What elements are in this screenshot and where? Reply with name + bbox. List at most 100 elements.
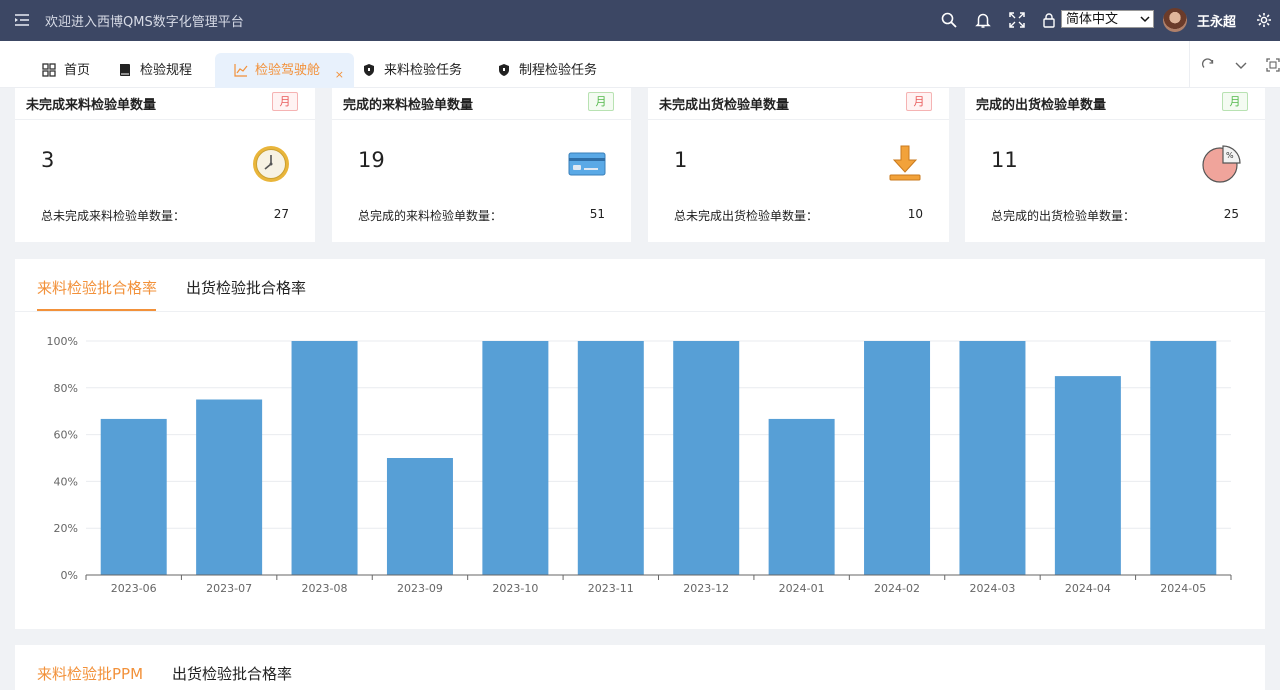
- chevron-down-icon[interactable]: [1234, 58, 1248, 72]
- expand-icon[interactable]: [1266, 58, 1280, 72]
- tab-label: 来料检验任务: [384, 63, 463, 78]
- pass-rate-panel: 来料检验批合格率 出货检验批合格率 0% 20% 40% 60% 80% 100% 2023…: [15, 259, 1265, 629]
- bell-icon[interactable]: [974, 11, 992, 29]
- search-icon[interactable]: [940, 11, 958, 29]
- kpi-card-completed-outgoing: 完成的出货检验单数量 月 11 % 总完成的出货检验单数量： 25: [965, 88, 1265, 242]
- y-tick-label: 100%: [47, 335, 78, 348]
- tabs-toolbar: [1189, 41, 1280, 88]
- x-tick-label: 2024-01: [779, 582, 825, 595]
- x-tick-label: 2023-08: [302, 582, 348, 595]
- tab-incoming-inspection-tasks[interactable]: 来料检验任务: [362, 53, 472, 88]
- bar[interactable]: [291, 341, 358, 575]
- bar[interactable]: [1054, 376, 1121, 575]
- tabs-bar: 首页 检验规程 检验驾驶舱 × 来料检验任务 制程检验任务: [0, 41, 1280, 88]
- kpi-card-incomplete-incoming: 未完成来料检验单数量 月 3 总未完成来料检验单数量： 27: [15, 88, 315, 242]
- x-tick-label: 2023-12: [683, 582, 729, 595]
- period-badge: 月: [1222, 92, 1248, 111]
- menu-fold-icon[interactable]: [14, 12, 30, 28]
- tab-incoming-ppm[interactable]: 来料检验批PPM: [37, 663, 143, 684]
- x-tick-label: 2024-05: [1160, 582, 1206, 595]
- top-bar: 欢迎进入西博QMS数字化管理平台 简体中文 王永超: [0, 0, 1280, 41]
- card-total: 27: [273, 207, 289, 221]
- x-tick-label: 2024-03: [969, 582, 1015, 595]
- card-title: 未完成出货检验单数量: [659, 98, 790, 113]
- chevron-down-icon: [1140, 16, 1150, 23]
- card-subtitle: 总未完成来料检验单数量：: [41, 209, 186, 223]
- bar[interactable]: [482, 341, 549, 575]
- language-select[interactable]: 简体中文: [1061, 10, 1154, 28]
- y-tick-label: 60%: [54, 429, 78, 442]
- line-chart-icon: [234, 64, 248, 77]
- card-title: 完成的来料检验单数量: [343, 98, 474, 113]
- app-title: 欢迎进入西博QMS数字化管理平台: [45, 15, 244, 30]
- download-icon: [889, 145, 921, 181]
- kpi-card-completed-incoming: 完成的来料检验单数量 月 19 总完成的来料检验单数量： 51: [332, 88, 631, 242]
- tab-label: 首页: [64, 63, 91, 78]
- card-subtitle: 总未完成出货检验单数量：: [674, 209, 819, 223]
- tab-label: 制程检验任务: [519, 63, 598, 78]
- bar[interactable]: [864, 341, 931, 575]
- card-value: 11: [991, 148, 1018, 172]
- kpi-card-incomplete-outgoing: 未完成出货检验单数量 月 1 总未完成出货检验单数量： 10: [648, 88, 949, 242]
- tab-home[interactable]: 首页: [42, 53, 102, 88]
- pie-percent-icon: %: [1202, 145, 1241, 183]
- y-tick-label: 80%: [54, 382, 78, 395]
- book-icon: [120, 64, 130, 76]
- card-title: 完成的出货检验单数量: [976, 98, 1107, 113]
- tab-inspection-rules[interactable]: 检验规程: [118, 53, 208, 88]
- x-tick-label: 2024-04: [1065, 582, 1111, 595]
- close-icon[interactable]: ×: [335, 57, 344, 92]
- card-value: 1: [674, 148, 688, 172]
- tab-incoming-pass-rate[interactable]: 来料检验批合格率: [37, 277, 157, 298]
- bar[interactable]: [673, 341, 740, 575]
- refresh-icon[interactable]: [1201, 58, 1215, 72]
- card-divider: [648, 119, 949, 120]
- bar[interactable]: [959, 341, 1026, 575]
- grid-icon: [42, 63, 56, 77]
- period-badge: 月: [272, 92, 298, 111]
- card-divider: [15, 119, 315, 120]
- card-value: 3: [41, 148, 55, 172]
- card-icon: [568, 152, 606, 176]
- tab-label: 检验驾驶舱: [255, 63, 321, 78]
- lock-icon[interactable]: [1040, 11, 1058, 29]
- bar[interactable]: [196, 399, 263, 576]
- card-total: 10: [907, 207, 923, 221]
- card-divider: [965, 119, 1265, 120]
- card-total: 25: [1223, 207, 1239, 221]
- gear-icon[interactable]: [1255, 11, 1273, 29]
- language-value: 简体中文: [1066, 12, 1119, 27]
- card-divider: [332, 119, 631, 120]
- clock-icon: [253, 146, 289, 182]
- pass-rate-bar-chart: 0% 20% 40% 60% 80% 100% 2023-06 2023-07 2023-08 2…: [47, 335, 1232, 595]
- card-value: 19: [358, 148, 385, 172]
- user-name[interactable]: 王永超: [1197, 11, 1236, 30]
- bar[interactable]: [386, 458, 453, 575]
- bar[interactable]: [1150, 341, 1217, 575]
- card-title: 未完成来料检验单数量: [26, 98, 157, 113]
- tab-label: 检验规程: [140, 63, 193, 78]
- period-badge: 月: [906, 92, 932, 111]
- y-tick-label: 20%: [54, 522, 78, 535]
- svg-text:%: %: [1226, 151, 1234, 160]
- x-tick-label: 2023-10: [492, 582, 538, 595]
- y-tick-label: 0%: [61, 569, 78, 582]
- panel-divider: [15, 311, 1265, 312]
- tab-process-inspection-tasks[interactable]: 制程检验任务: [497, 53, 607, 88]
- bar[interactable]: [100, 418, 167, 575]
- tab-outgoing-pass-rate-2[interactable]: 出货检验批合格率: [172, 663, 292, 684]
- x-tick-label: 2023-07: [206, 582, 252, 595]
- period-badge: 月: [588, 92, 614, 111]
- card-total: 51: [589, 207, 605, 221]
- y-tick-label: 40%: [54, 475, 78, 488]
- x-tick-label: 2023-09: [397, 582, 443, 595]
- tab-outgoing-pass-rate[interactable]: 出货检验批合格率: [186, 277, 306, 298]
- x-tick-label: 2024-02: [874, 582, 920, 595]
- card-subtitle: 总完成的出货检验单数量：: [991, 209, 1136, 223]
- bar[interactable]: [577, 341, 644, 575]
- card-subtitle: 总完成的来料检验单数量：: [358, 209, 503, 223]
- bar[interactable]: [768, 418, 835, 575]
- fullscreen-icon[interactable]: [1008, 11, 1026, 29]
- user-avatar[interactable]: [1163, 8, 1187, 32]
- tab-inspection-cockpit[interactable]: 检验驾驶舱 ×: [215, 53, 354, 88]
